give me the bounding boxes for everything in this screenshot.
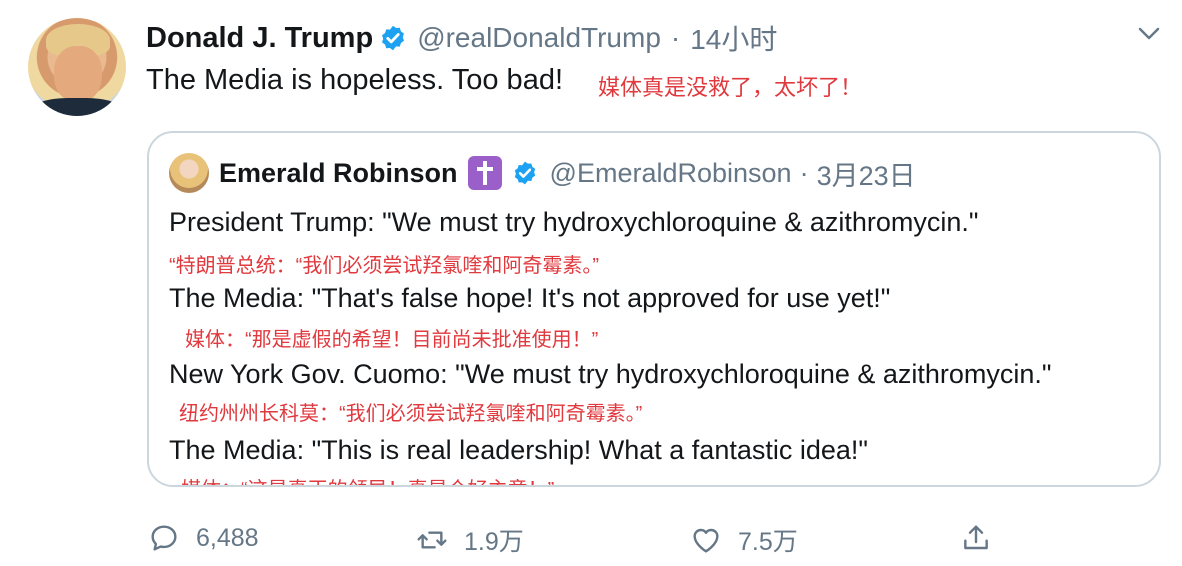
- quote-line-1: President Trump: "We must try hydroxychl…: [169, 207, 979, 237]
- verified-badge-icon: [514, 161, 535, 185]
- quote-line-3: New York Gov. Cuomo: "We must try hydrox…: [169, 359, 1052, 389]
- cross-emoji-icon: [467, 156, 502, 190]
- quote-translation-4: 媒体：“这是真正的领导！真是个好主意！”: [181, 473, 554, 485]
- share-button[interactable]: [960, 522, 992, 554]
- tweet-actions: 6,488 1.9万 7.5万: [0, 518, 1182, 562]
- like-button[interactable]: 7.5万: [690, 522, 798, 558]
- quote-translation-2: 媒体：“那是虚假的希望！目前尚未批准使用！”: [185, 329, 599, 351]
- quoted-author-name[interactable]: Emerald Robinson: [219, 158, 458, 189]
- separator-dot: ·: [799, 157, 809, 188]
- separator-dot: ·: [670, 22, 681, 53]
- reply-button[interactable]: 6,488: [148, 522, 259, 554]
- tweet-text: The Media is hopeless. Too bad!: [146, 64, 564, 96]
- quoted-tweet-date[interactable]: 3月23日: [817, 154, 916, 193]
- tweet-translation: 媒体真是没救了，太坏了！: [598, 75, 863, 100]
- tweet-header: Donald J. Trump @realDonaldTrump · 14小时: [146, 20, 777, 56]
- quote-line-4: The Media: "This is real leadership! Wha…: [169, 435, 868, 465]
- author-name[interactable]: Donald J. Trump: [146, 22, 373, 55]
- quoted-author-avatar[interactable]: [169, 153, 209, 193]
- quoted-tweet[interactable]: Emerald Robinson @EmeraldRobinson · 3月23…: [147, 131, 1161, 487]
- quoted-tweet-header: Emerald Robinson @EmeraldRobinson · 3月23…: [219, 155, 916, 191]
- retweet-icon: [417, 531, 447, 549]
- retweet-count: 1.9万: [464, 528, 524, 556]
- verified-badge-icon: [382, 25, 405, 51]
- reply-icon: [151, 525, 177, 551]
- share-icon: [964, 525, 988, 550]
- quote-line-2: The Media: "That's false hope! It's not …: [169, 283, 891, 313]
- quoted-author-handle[interactable]: @EmeraldRobinson: [550, 158, 792, 189]
- reply-count: 6,488: [196, 523, 259, 552]
- quote-translation-1: “特朗普总统：“我们必须尝试羟氯喹和阿奇霉素。”: [169, 255, 599, 277]
- author-handle[interactable]: @realDonaldTrump: [417, 22, 661, 54]
- quote-translation-3: 纽约州州长科莫：“我们必须尝试羟氯喹和阿奇霉素。”: [179, 403, 643, 425]
- heart-icon: [693, 528, 719, 553]
- author-avatar[interactable]: [28, 18, 126, 116]
- tweet-time[interactable]: 14小时: [690, 18, 777, 58]
- like-count: 7.5万: [738, 528, 798, 556]
- retweet-button[interactable]: 1.9万: [416, 522, 524, 558]
- chevron-down-icon[interactable]: [1137, 26, 1161, 42]
